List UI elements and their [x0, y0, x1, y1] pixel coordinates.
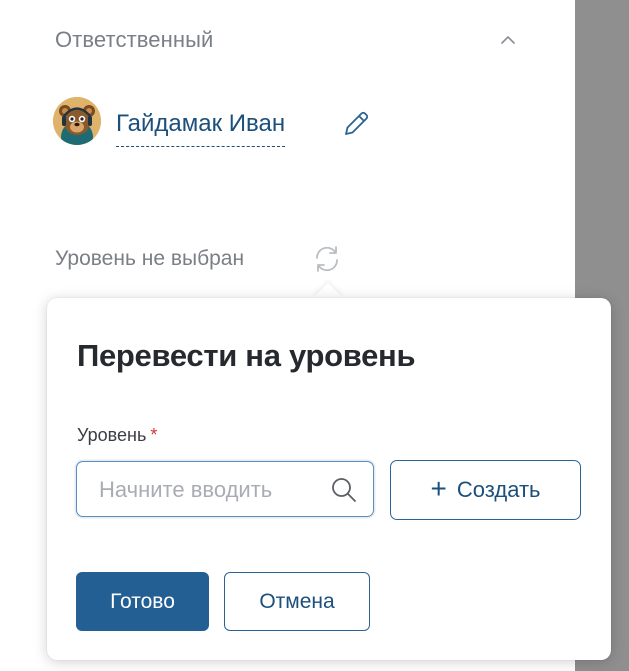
section-title: Ответственный: [55, 27, 214, 52]
level-label-text: Уровень: [77, 425, 147, 445]
responsible-user-link[interactable]: Гайдамак Иван: [116, 108, 286, 147]
create-level-button[interactable]: + Создать: [390, 460, 581, 520]
chevron-up-icon[interactable]: [498, 30, 518, 50]
create-button-label: Создать: [456, 477, 541, 502]
done-button[interactable]: Готово: [76, 572, 209, 631]
refresh-icon[interactable]: [310, 242, 344, 276]
level-search-box[interactable]: [76, 461, 374, 517]
plus-icon: +: [430, 473, 447, 504]
level-status: Уровень не выбран: [55, 247, 245, 270]
popover-title: Перевести на уровень: [77, 338, 416, 373]
cancel-button-label: Отмена: [259, 589, 335, 613]
level-field-label: Уровень *: [77, 423, 157, 447]
pencil-icon[interactable]: [340, 108, 372, 140]
bear-avatar-icon: [53, 97, 101, 145]
cancel-button[interactable]: Отмена: [224, 572, 370, 631]
level-search-input[interactable]: [99, 476, 299, 504]
required-mark: *: [150, 425, 158, 445]
done-button-label: Готово: [110, 589, 175, 613]
search-icon[interactable]: [329, 475, 359, 505]
avatar[interactable]: [53, 97, 101, 145]
